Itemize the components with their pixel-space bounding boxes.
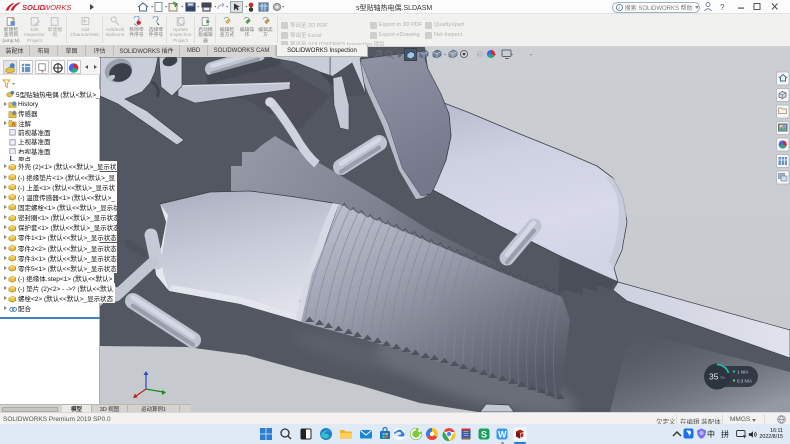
svg-text:WORKS: WORKS [43,3,71,12]
svg-text:1 N/A: 1 N/A [737,370,748,375]
svg-text:i: i [619,5,620,10]
svg-text:%: % [721,375,725,380]
svg-text:0.3 N/A: 0.3 N/A [737,379,752,384]
svg-text:35: 35 [709,372,719,382]
svg-text:SOLID: SOLID [22,3,46,12]
svg-text:S: S [481,430,487,440]
svg-text:?: ? [720,3,725,12]
svg-text:W: W [498,430,507,440]
